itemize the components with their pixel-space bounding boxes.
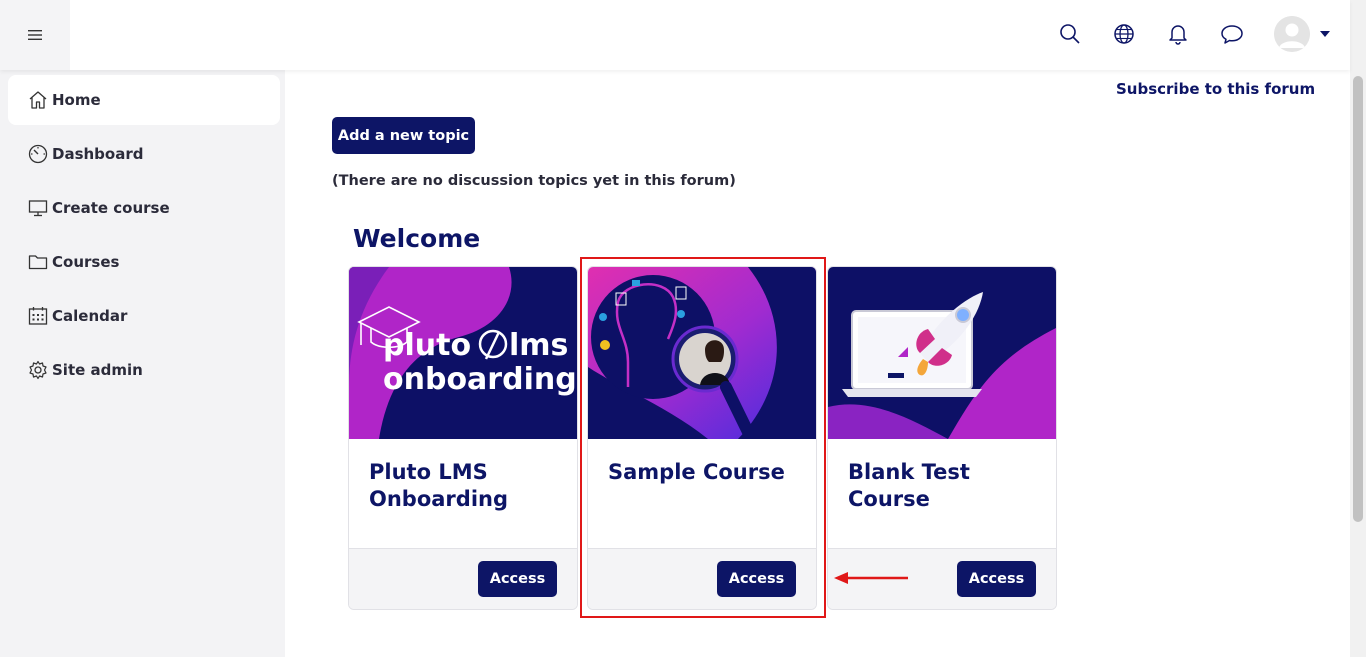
course-card: Blank Test Course Access	[827, 266, 1057, 610]
menu-toggle-button[interactable]	[0, 0, 70, 70]
messages-button[interactable]	[1220, 22, 1244, 46]
access-button[interactable]: Access	[478, 561, 557, 597]
sidebar-item-label: Create course	[52, 199, 170, 217]
sidebar-item-label: Courses	[52, 253, 120, 271]
user-menu-caret-icon[interactable]	[1320, 31, 1330, 37]
user-avatar[interactable]	[1274, 16, 1310, 52]
globe-icon	[1114, 24, 1134, 44]
scrollbar-thumb[interactable]	[1353, 76, 1363, 522]
course-banner-image[interactable]	[588, 267, 816, 439]
sidebar-item-dashboard[interactable]: Dashboard	[8, 129, 280, 179]
sidebar-item-label: Calendar	[52, 307, 128, 325]
course-title[interactable]: Sample Course	[608, 459, 803, 486]
course-banner-image[interactable]: pluto lms onboarding	[349, 267, 577, 439]
course-card-footer: Access	[588, 548, 816, 609]
notifications-button[interactable]	[1166, 22, 1190, 46]
course-card: Sample Course Access	[587, 266, 817, 610]
course-banner-image[interactable]	[828, 267, 1056, 439]
svg-text:pluto: pluto	[383, 328, 471, 363]
access-button[interactable]: Access	[957, 561, 1036, 597]
sidebar-item-label: Site admin	[52, 361, 143, 379]
sidebar-item-create-course[interactable]: Create course	[8, 183, 280, 233]
dashboard-icon	[28, 143, 50, 165]
add-topic-button[interactable]: Add a new topic	[332, 117, 475, 154]
calendar-icon	[28, 305, 50, 327]
sidebar-item-site-admin[interactable]: Site admin	[8, 345, 280, 395]
sidebar-item-home[interactable]: Home	[8, 75, 280, 125]
course-card-footer: Access	[349, 548, 577, 609]
search-button[interactable]	[1058, 22, 1082, 46]
course-title[interactable]: Pluto LMS Onboarding	[369, 459, 564, 513]
welcome-heading: Welcome	[353, 224, 481, 253]
page-scrollbar[interactable]	[1350, 0, 1366, 657]
svg-text:lms: lms	[509, 328, 568, 363]
sidebar-item-label: Dashboard	[52, 145, 144, 163]
gear-icon	[28, 359, 50, 381]
search-icon	[1060, 24, 1080, 44]
top-right-actions	[1028, 14, 1330, 54]
chat-bubble-icon	[1221, 25, 1243, 44]
bell-icon	[1169, 25, 1187, 45]
course-card: pluto lms onboarding Pluto LMS Onboardin…	[348, 266, 578, 610]
folder-icon	[28, 251, 50, 273]
empty-forum-message: (There are no discussion topics yet in t…	[332, 173, 736, 189]
svg-text:onboarding: onboarding	[383, 362, 577, 397]
sidebar-item-calendar[interactable]: Calendar	[8, 291, 280, 341]
sidebar: Home Dashboard Create course Courses Cal…	[0, 70, 285, 657]
access-button[interactable]: Access	[717, 561, 796, 597]
user-silhouette-icon	[1274, 16, 1310, 52]
monitor-icon	[28, 197, 50, 219]
sidebar-item-label: Home	[52, 91, 101, 109]
home-icon	[28, 89, 50, 111]
top-navbar	[0, 0, 1350, 70]
language-button[interactable]	[1112, 22, 1136, 46]
hamburger-icon	[28, 30, 42, 40]
subscribe-forum-link[interactable]: Subscribe to this forum	[1116, 80, 1315, 98]
sidebar-item-courses[interactable]: Courses	[8, 237, 280, 287]
arrow-left-icon	[834, 572, 908, 584]
course-title[interactable]: Blank Test Course	[848, 459, 1043, 513]
